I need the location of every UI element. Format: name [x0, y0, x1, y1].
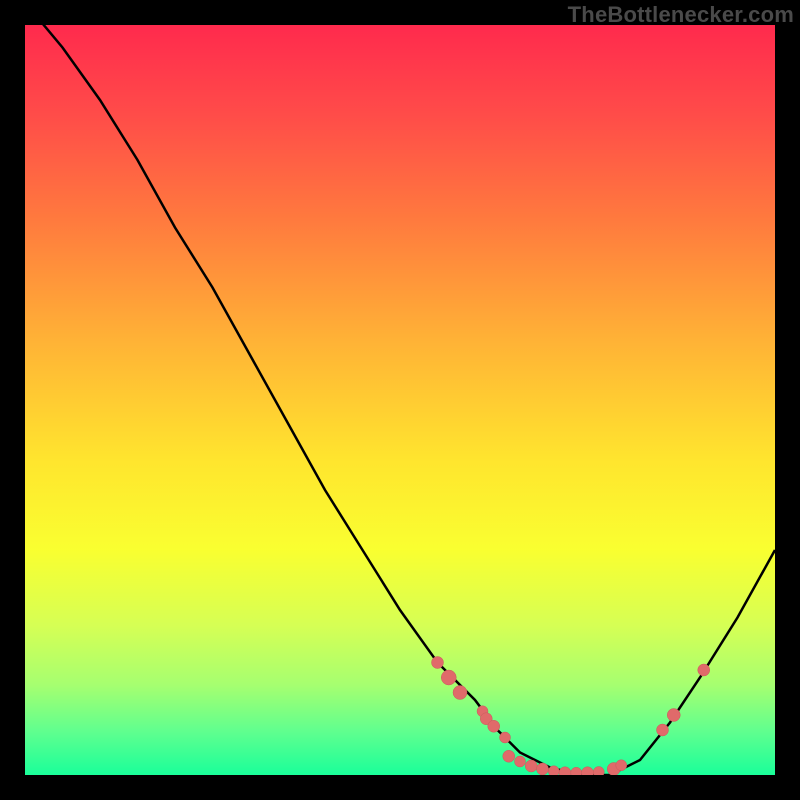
chart-svg — [25, 25, 775, 775]
curve-marker — [515, 756, 526, 767]
curve-marker — [503, 750, 515, 762]
curve-marker — [537, 763, 549, 775]
curve-marker — [616, 760, 627, 771]
curve-marker — [432, 657, 444, 669]
curve-marker — [441, 670, 456, 685]
curve-marker — [698, 664, 710, 676]
curve-marker — [525, 760, 537, 772]
curve-marker — [667, 709, 680, 722]
curve-marker — [488, 720, 500, 732]
curve-marker — [657, 724, 669, 736]
curve-marker — [548, 766, 559, 775]
curve-marker — [582, 767, 594, 775]
plot-area — [25, 25, 775, 775]
chart-frame — [25, 25, 775, 775]
curve-marker — [571, 767, 582, 775]
curve-marker — [500, 732, 511, 743]
curve-marker — [593, 767, 604, 776]
curve-markers — [432, 657, 710, 776]
curve-marker — [453, 686, 467, 700]
bottleneck-curve — [25, 25, 775, 775]
curve-marker — [559, 767, 571, 775]
